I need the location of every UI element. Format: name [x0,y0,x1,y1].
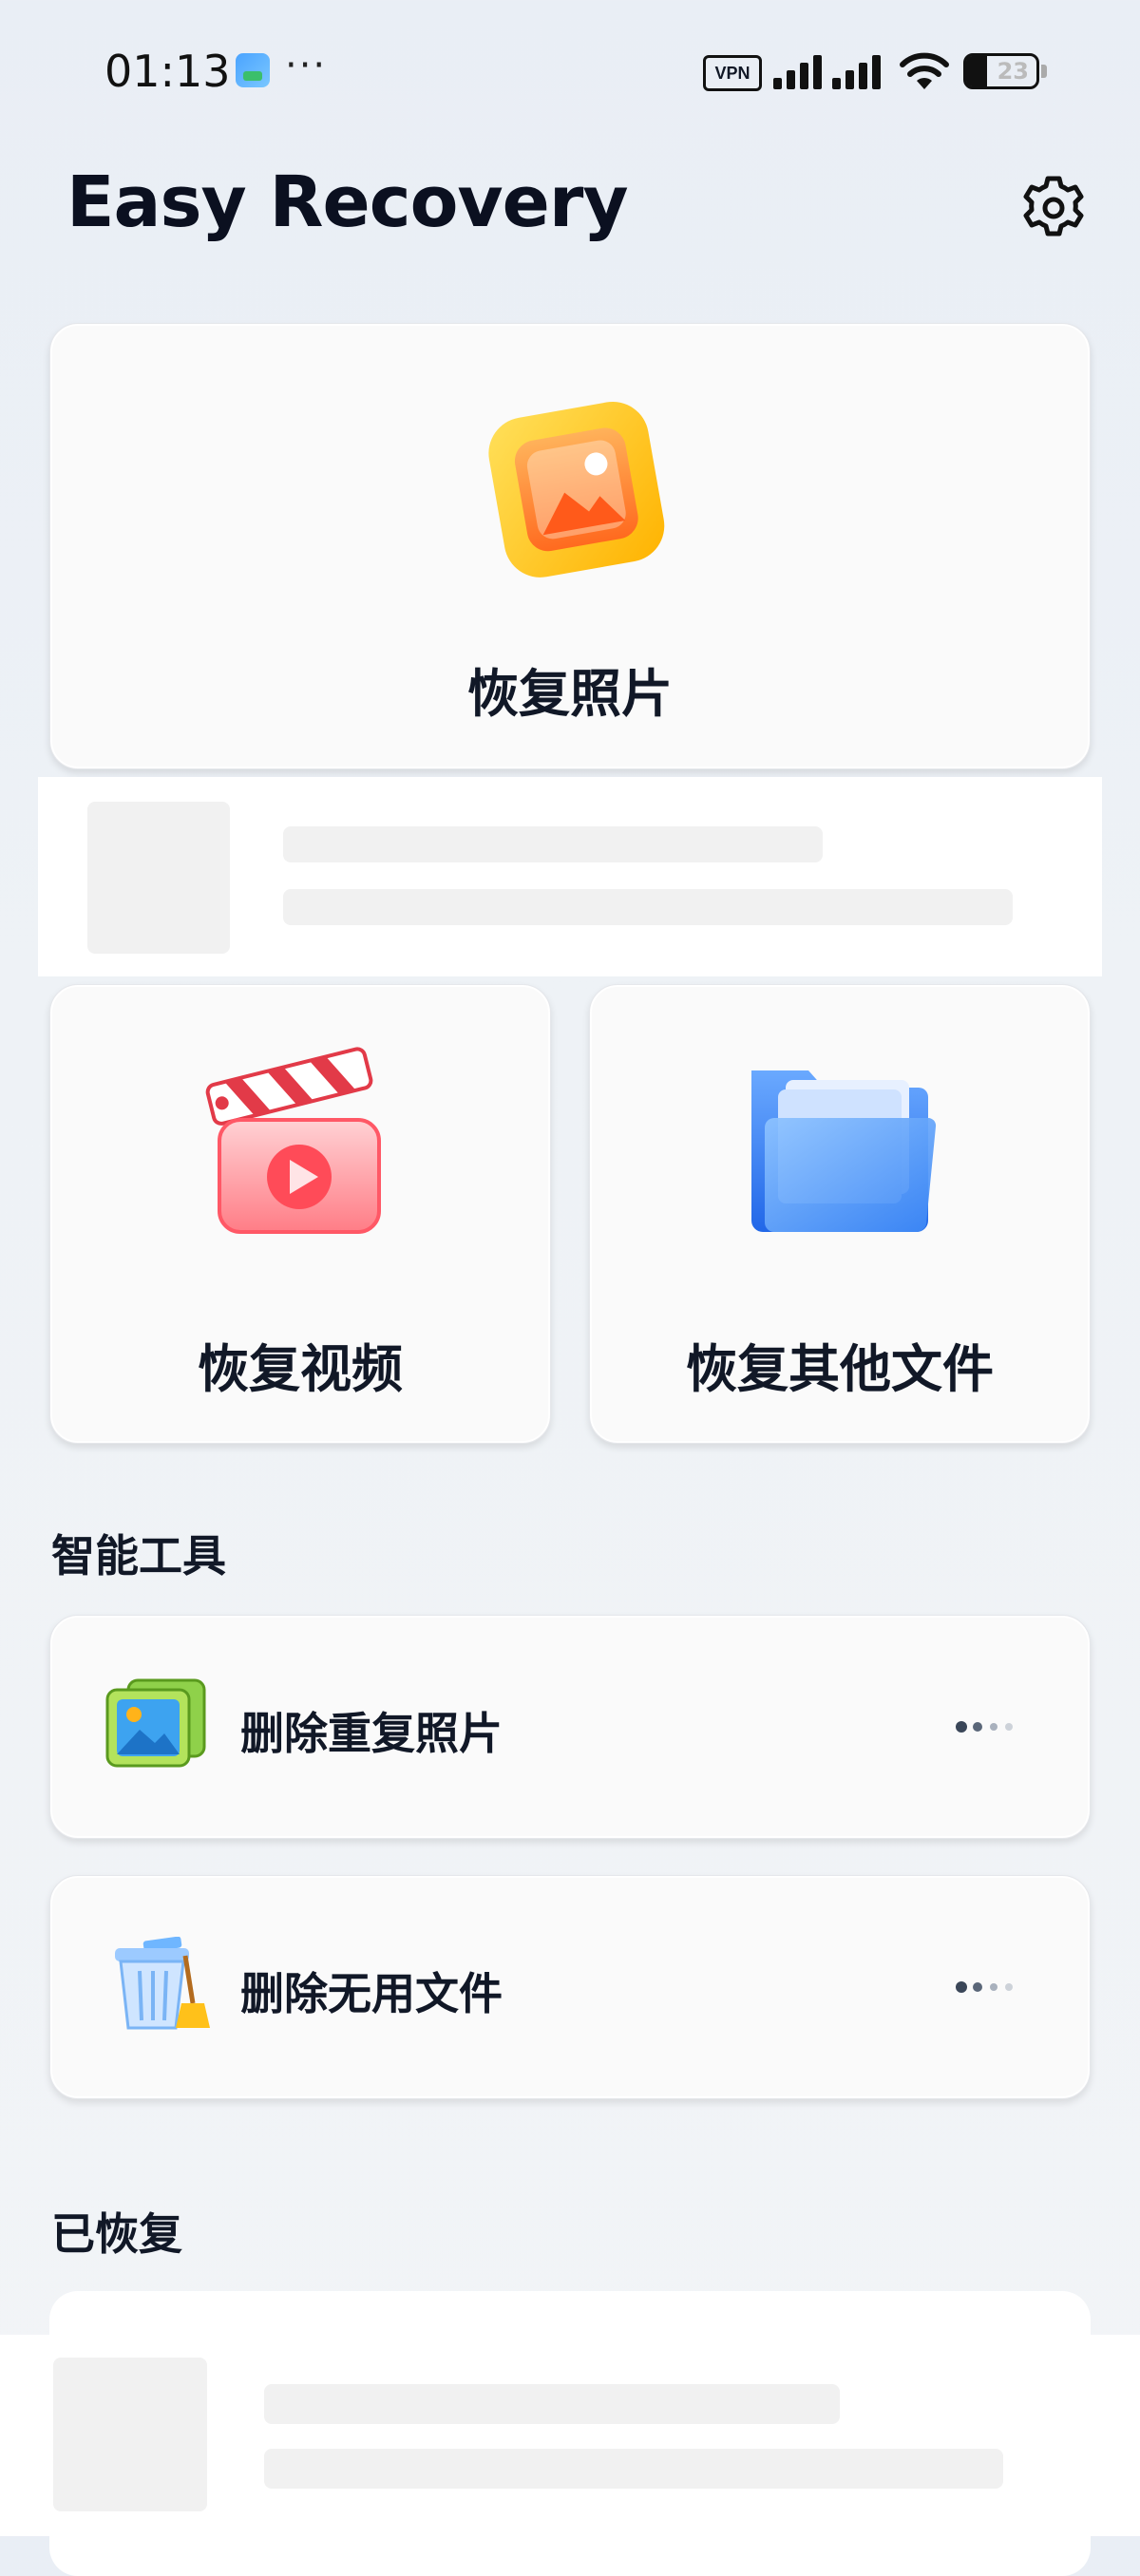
app-notification-icon [236,53,270,87]
vpn-icon: VPN [703,55,762,91]
wifi-icon [900,52,949,89]
delete-junk-files-label: 删除无用文件 [240,1968,503,2019]
recover-videos-label: 恢复视频 [198,1339,403,1399]
trash-broom-icon [115,1937,210,2030]
recover-photos-label: 恢复照片 [467,664,673,724]
recover-photos-card[interactable]: 恢复照片 [49,323,1091,769]
bottom-ad-image-placeholder [53,2358,207,2511]
loading-dots-icon [956,1721,1013,1733]
recover-other-files-label: 恢复其他文件 [686,1339,994,1399]
signal-icon [773,55,881,89]
recover-videos-card[interactable]: 恢复视频 [49,984,551,1444]
bottom-ad-title-placeholder [264,2384,840,2424]
smart-tools-title: 智能工具 [51,1530,226,1582]
photo-icon [488,401,665,578]
battery-level: 23 [997,58,1029,85]
ad-text-placeholder [283,889,1013,925]
delete-junk-files-card[interactable]: 删除无用文件 [49,1875,1091,2099]
delete-duplicate-photos-label: 删除重复照片 [240,1708,503,1759]
recover-other-files-card[interactable]: 恢复其他文件 [589,984,1091,1444]
status-time: 01:13 [104,46,231,97]
battery-icon: 23 [963,53,1039,89]
app-title: Easy Recovery [66,161,629,243]
settings-button[interactable] [1016,171,1091,245]
gear-icon [1023,176,1084,237]
bottom-ad-placeholder [0,2335,1140,2536]
delete-duplicate-photos-card[interactable]: 删除重复照片 [49,1615,1091,1839]
loading-dots-icon [956,1981,1013,1993]
recovered-title: 已恢复 [51,2208,182,2260]
more-notifications-indicator: ··· [285,44,328,87]
duplicate-photos-icon [105,1678,206,1768]
ad-image-placeholder [87,802,230,954]
ad-title-placeholder [283,826,823,862]
video-clapper-icon [205,1047,381,1234]
ad-placeholder [38,777,1102,976]
folder-icon [751,1070,937,1233]
bottom-ad-text-placeholder [264,2449,1003,2489]
battery-cap [1041,65,1047,78]
